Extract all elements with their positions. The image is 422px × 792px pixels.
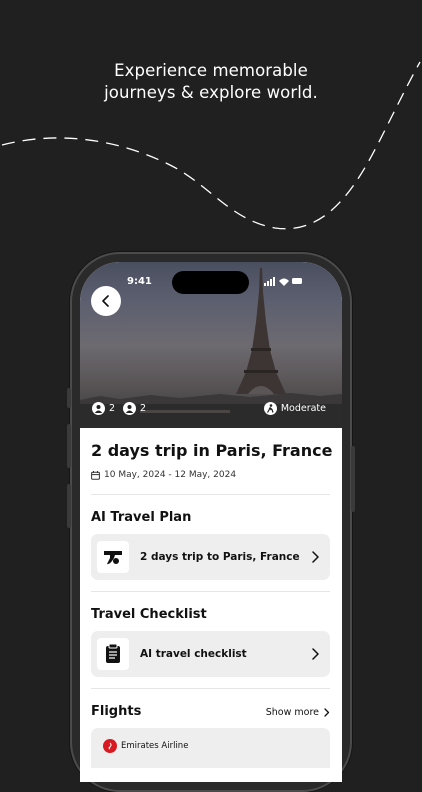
person-icon [92, 402, 105, 415]
ai-travel-plan-title: AI Travel Plan [91, 510, 192, 525]
phone-mute-button [67, 388, 71, 408]
flights-title: Flights [91, 704, 142, 719]
phone-power-button [351, 446, 355, 512]
hero-image-paris: 9:41 2 2 Moderate [80, 262, 342, 428]
difficulty-label: Moderate [280, 403, 326, 414]
flight-card[interactable]: Emirates Airline [91, 728, 330, 768]
child-count: 2 [140, 403, 147, 414]
emirates-logo-icon [103, 739, 117, 753]
airline-row: Emirates Airline [103, 739, 188, 753]
divider [91, 591, 330, 592]
travel-checklist-label: AI travel checklist [140, 648, 247, 660]
dashed-path-decoration [1, 61, 421, 230]
chevron-right-icon [312, 648, 319, 660]
ai-travel-plan-label: 2 days trip to Paris, France [140, 551, 300, 563]
adult-count: 2 [109, 403, 116, 414]
chevron-left-icon [102, 295, 109, 307]
traveler-counts: 2 2 [92, 402, 146, 415]
show-more-label: Show more [265, 707, 319, 718]
walking-icon [263, 402, 277, 415]
clipboard-icon [97, 638, 129, 670]
trip-dates-text: 10 May, 2024 - 12 May, 2024 [104, 470, 237, 480]
phone-volume-up-button [67, 424, 71, 468]
dynamic-island [172, 271, 249, 294]
flights-show-more-button[interactable]: Show more [266, 707, 330, 718]
travel-logo-icon [97, 541, 129, 573]
trip-dates: 10 May, 2024 - 12 May, 2024 [91, 470, 236, 480]
travel-checklist-card[interactable]: AI travel checklist [91, 631, 330, 677]
ai-travel-plan-card[interactable]: 2 days trip to Paris, France [91, 534, 330, 580]
phone-volume-down-button [67, 484, 71, 528]
app-screen: 9:41 2 2 Moderate 2 days trip in Paris, … [80, 262, 342, 782]
chevron-right-icon [324, 708, 330, 717]
chevron-right-icon [312, 551, 319, 563]
divider [91, 688, 330, 689]
divider [91, 494, 330, 495]
difficulty-badge: Moderate [263, 402, 326, 415]
back-button[interactable] [91, 286, 121, 316]
status-time: 9:41 [127, 276, 152, 287]
person-icon [123, 402, 137, 415]
travel-checklist-title: Travel Checklist [91, 607, 207, 622]
trip-title: 2 days trip in Paris, France [91, 441, 333, 460]
status-icons [264, 277, 302, 286]
calendar-icon [91, 470, 100, 480]
